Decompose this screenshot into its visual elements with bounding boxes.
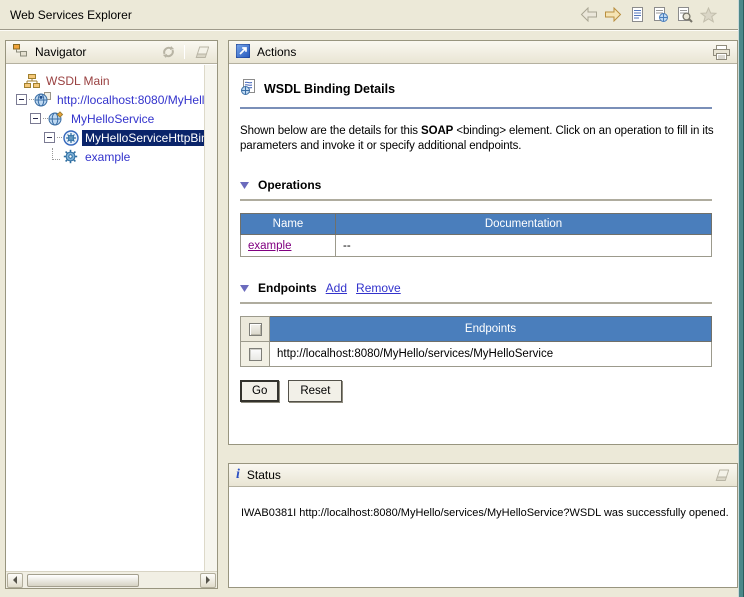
collapse-expander-icon[interactable] bbox=[30, 113, 41, 124]
binding-details-heading-row: WSDL Binding Details bbox=[240, 79, 725, 98]
web-services-page-icon[interactable] bbox=[675, 5, 694, 24]
print-icon[interactable] bbox=[712, 44, 730, 60]
actions-icon bbox=[235, 43, 251, 61]
navigator-panel: Navigator WSDL Main http://localhost:808… bbox=[5, 40, 218, 589]
navigator-header: Navigator bbox=[6, 41, 217, 64]
tree-item-label: WSDL Main bbox=[46, 73, 110, 88]
select-all-checkbox[interactable] bbox=[248, 322, 262, 336]
reset-button[interactable]: Reset bbox=[288, 380, 343, 402]
column-header-name: Name bbox=[240, 213, 336, 235]
wsdl-document-icon bbox=[34, 92, 51, 108]
operation-documentation: -- bbox=[335, 234, 712, 257]
clear-icon[interactable] bbox=[712, 467, 730, 483]
actions-panel: Actions WSDL Binding Details Shown below… bbox=[228, 40, 738, 445]
favorites-icon[interactable] bbox=[699, 5, 718, 24]
refresh-icon[interactable] bbox=[159, 44, 177, 60]
operations-section-head: Operations bbox=[240, 178, 725, 192]
operations-table: Name Documentation example -- bbox=[240, 213, 712, 257]
actions-body: WSDL Binding Details Shown below are the… bbox=[229, 64, 737, 402]
actions-header: Actions bbox=[229, 41, 737, 64]
tree-item-wsdl-main[interactable]: WSDL Main bbox=[6, 71, 217, 90]
forward-icon[interactable] bbox=[603, 5, 622, 24]
navigator-tree: WSDL Main http://localhost:8080/MyHello/… bbox=[6, 64, 217, 166]
navigator-title: Navigator bbox=[35, 45, 87, 59]
tree-item-wsdl-url[interactable]: http://localhost:8080/MyHello/ser bbox=[6, 90, 217, 109]
column-header-documentation: Documentation bbox=[335, 213, 712, 235]
service-icon bbox=[48, 111, 65, 127]
status-header: i Status bbox=[229, 464, 737, 487]
scroll-left-icon[interactable] bbox=[7, 572, 23, 588]
uddi-page-icon[interactable] bbox=[651, 5, 670, 24]
info-icon: i bbox=[236, 467, 240, 482]
navigator-icon bbox=[13, 44, 28, 60]
tree-item-operation[interactable]: example bbox=[6, 147, 217, 166]
explorer-header: Web Services Explorer bbox=[0, 0, 738, 30]
tree-item-label: MyHelloServiceHttpBinding bbox=[82, 129, 217, 146]
tree-item-label: example bbox=[85, 149, 131, 164]
wsdl-main-icon bbox=[23, 73, 40, 89]
scrollbar-thumb[interactable] bbox=[27, 573, 139, 587]
back-icon[interactable] bbox=[579, 5, 598, 24]
collapse-twisty-icon[interactable] bbox=[240, 284, 249, 292]
status-title: Status bbox=[246, 468, 281, 482]
endpoints-title: Endpoints bbox=[258, 281, 317, 295]
horizontal-scrollbar bbox=[6, 571, 217, 588]
toolbar-divider bbox=[184, 45, 185, 59]
explorer-toolbar bbox=[579, 5, 718, 24]
binding-icon bbox=[62, 129, 79, 146]
endpoint-row: http://localhost:8080/MyHello/services/M… bbox=[240, 341, 712, 367]
endpoint-buttons: Go Reset bbox=[240, 380, 725, 402]
endpoints-table: Endpoints http://localhost:8080/MyHello/… bbox=[240, 316, 712, 367]
collapse-expander-icon[interactable] bbox=[44, 132, 55, 143]
binding-details-title: WSDL Binding Details bbox=[264, 81, 396, 96]
scroll-right-icon[interactable] bbox=[200, 572, 216, 588]
operation-example-link[interactable]: example bbox=[248, 240, 291, 252]
status-panel: i Status IWAB0381I http://localhost:8080… bbox=[228, 463, 738, 588]
endpoints-section-head: Endpoints Add Remove bbox=[240, 281, 725, 295]
tree-item-label: MyHelloService bbox=[71, 111, 155, 126]
wsdl-binding-details-icon bbox=[240, 79, 257, 98]
operations-title: Operations bbox=[258, 178, 322, 192]
page-title: Web Services Explorer bbox=[10, 8, 132, 22]
clear-icon[interactable] bbox=[192, 44, 210, 60]
operations-divider bbox=[240, 199, 712, 201]
tree-item-service[interactable]: MyHelloService bbox=[6, 109, 217, 128]
tree-connector bbox=[52, 147, 60, 160]
status-message: IWAB0381I http://localhost:8080/MyHello/… bbox=[241, 507, 729, 519]
endpoints-divider bbox=[240, 302, 712, 304]
collapse-expander-icon[interactable] bbox=[16, 94, 27, 105]
operation-row: example -- bbox=[240, 234, 712, 257]
endpoint-checkbox[interactable] bbox=[248, 347, 262, 361]
collapse-twisty-icon[interactable] bbox=[240, 181, 249, 189]
endpoint-url: http://localhost:8080/MyHello/services/M… bbox=[269, 341, 712, 367]
binding-intro-text: Shown below are the details for this SOA… bbox=[240, 125, 714, 152]
select-all-cell bbox=[240, 316, 270, 342]
vertical-scrollbar[interactable] bbox=[204, 65, 217, 571]
window-edge bbox=[738, 0, 744, 597]
column-header-endpoints: Endpoints bbox=[269, 316, 712, 342]
actions-title: Actions bbox=[257, 45, 297, 59]
heading-divider bbox=[240, 107, 712, 109]
remove-endpoint-link[interactable]: Remove bbox=[356, 281, 401, 295]
operation-icon bbox=[62, 149, 79, 165]
tree-item-binding[interactable]: MyHelloServiceHttpBinding bbox=[6, 128, 217, 147]
add-endpoint-link[interactable]: Add bbox=[326, 281, 347, 295]
wsdl-page-icon[interactable] bbox=[627, 5, 646, 24]
go-button[interactable]: Go bbox=[240, 380, 280, 402]
tree-item-label: http://localhost:8080/MyHello/ser bbox=[57, 92, 217, 107]
endpoint-checkbox-cell bbox=[240, 341, 270, 367]
